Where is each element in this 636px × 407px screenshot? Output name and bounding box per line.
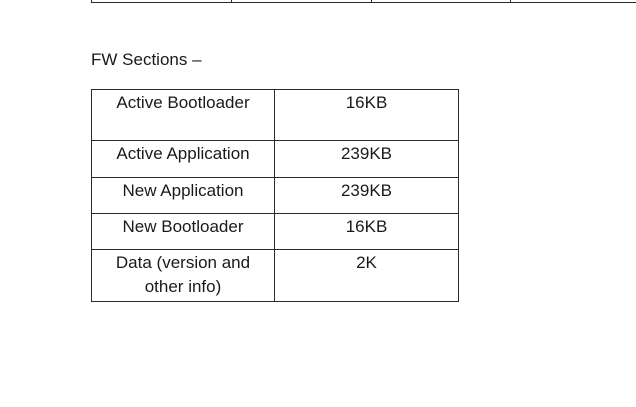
section-name-cell: New Bootloader: [91, 213, 275, 250]
section-name-cell: Active Application: [91, 140, 275, 178]
section-heading: FW Sections –: [91, 50, 202, 69]
table-row: New Bootloader 16KB: [91, 213, 459, 250]
previous-table-fragment: [91, 0, 636, 3]
section-size-cell: 239KB: [274, 177, 459, 214]
table-cell: [370, 0, 512, 3]
table-cell: [510, 0, 636, 3]
section-name-cell: Active Bootloader: [91, 89, 275, 141]
table-cell: [91, 0, 232, 3]
table-row: New Application 239KB: [91, 177, 459, 214]
table-row: Active Bootloader 16KB: [91, 89, 459, 141]
section-size-cell: 2K: [274, 249, 459, 302]
fw-sections-table: Active Bootloader 16KB Active Applicatio…: [91, 89, 459, 302]
table-cell: [230, 0, 372, 3]
section-name-cell: Data (version and other info): [91, 249, 275, 302]
section-size-cell: 16KB: [274, 89, 459, 141]
section-size-cell: 239KB: [274, 140, 459, 178]
section-name-cell: New Application: [91, 177, 275, 214]
table-row: Active Application 239KB: [91, 140, 459, 178]
section-size-cell: 16KB: [274, 213, 459, 250]
table-row: Data (version and other info) 2K: [91, 249, 459, 302]
